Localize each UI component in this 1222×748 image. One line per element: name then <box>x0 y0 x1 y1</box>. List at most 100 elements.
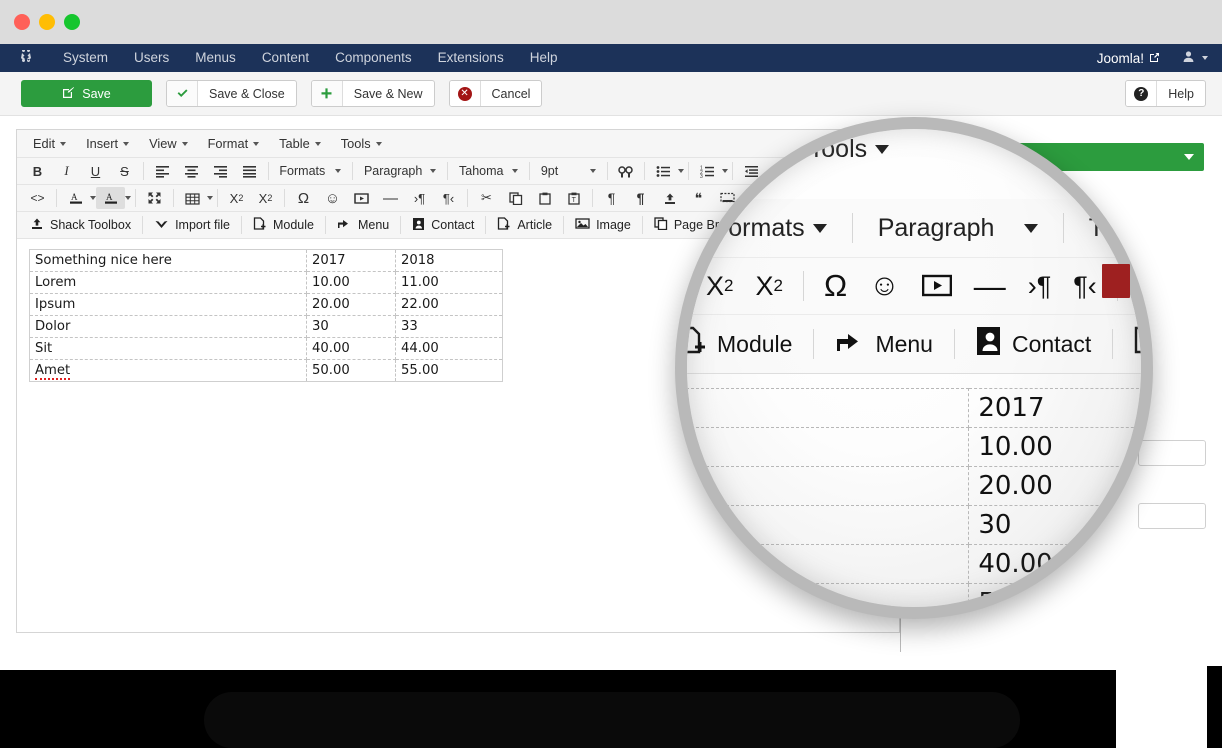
joomla-logo-icon[interactable] <box>18 50 34 66</box>
magnified-plugin-contact[interactable]: Contact <box>964 326 1103 362</box>
table-cell[interactable]: Sit <box>29 337 307 360</box>
table-cell[interactable] <box>687 427 970 467</box>
table-cell[interactable]: 50.00 <box>968 583 1141 607</box>
search-replace-icon[interactable] <box>611 160 640 182</box>
scissors-icon[interactable]: ✂ <box>472 187 501 209</box>
text-color-icon[interactable]: A <box>61 187 90 209</box>
editor-menu-edit[interactable]: Edit <box>23 136 76 151</box>
sidebar-input-3[interactable] <box>1138 503 1206 529</box>
table-cell[interactable]: 2017 <box>968 388 1141 428</box>
align-center-icon[interactable] <box>177 160 206 182</box>
table-row[interactable]: Dolor 30 33 <box>29 315 503 338</box>
editor-menu-tools[interactable]: Tools <box>331 136 392 151</box>
table-cell[interactable]: Dolor <box>29 315 307 338</box>
table-cell[interactable]: 10.00 <box>306 271 396 294</box>
table-cell[interactable]: 30 <box>306 315 396 338</box>
table-row[interactable]: 10.00 11.00 <box>687 427 1141 467</box>
editor-menu-insert[interactable]: Insert <box>76 136 139 151</box>
table-row[interactable]: Amet 50.00 55.00 <box>29 359 503 382</box>
template-upload-icon[interactable] <box>655 187 684 209</box>
magnified-paragraph-dropdown[interactable]: Paragraph <box>862 214 1054 243</box>
magnified-plugin-module[interactable]: Module <box>687 326 804 362</box>
table-row[interactable]: 30 33 <box>687 505 1141 545</box>
formats-dropdown[interactable]: Formats <box>272 160 348 182</box>
align-justify-icon[interactable] <box>235 160 264 182</box>
user-menu[interactable] <box>1182 50 1208 66</box>
plugin-import-file[interactable]: Import file <box>147 217 237 233</box>
content-table[interactable]: Something nice here 2017 2018 Lorem 10.0… <box>29 249 503 382</box>
strikethrough-button[interactable]: S <box>110 160 139 182</box>
underline-button[interactable]: U <box>81 160 110 182</box>
bold-button[interactable]: B <box>23 160 52 182</box>
table-row[interactable]: Sit 40.00 44.00 <box>29 337 503 360</box>
save-close-button[interactable]: Save & Close <box>166 80 297 107</box>
table-icon[interactable] <box>178 187 207 209</box>
editor-menu-format[interactable]: Format <box>198 136 270 151</box>
menu-item-help[interactable]: Help <box>517 44 571 72</box>
table-cell[interactable]: 20.00 <box>306 293 396 316</box>
magnified-menu-table[interactable]: Table <box>687 135 735 164</box>
table-row[interactable]: Lorem 10.00 11.00 <box>29 271 503 294</box>
paste-icon[interactable] <box>530 187 559 209</box>
media-icon[interactable] <box>347 187 376 209</box>
close-button[interactable] <box>14 14 30 30</box>
table-cell[interactable]: 55.00 <box>395 359 503 382</box>
rtl-paragraph-icon[interactable]: ¶‹ <box>434 187 463 209</box>
rtl-paragraph-icon[interactable]: ¶‹ <box>1062 271 1108 302</box>
table-cell[interactable]: Lorem <box>29 271 307 294</box>
source-code-icon[interactable]: <> <box>23 187 52 209</box>
plugin-module[interactable]: Module <box>246 216 321 234</box>
save-new-button[interactable]: Save & New <box>310 80 435 107</box>
table-cell[interactable] <box>687 583 970 607</box>
chevron-down-icon[interactable] <box>207 196 213 200</box>
pilcrow-bold-icon[interactable]: ¶ <box>626 187 655 209</box>
table-cell[interactable]: 2017 <box>306 249 396 272</box>
help-button[interactable]: ? Help <box>1125 80 1206 107</box>
table-cell[interactable]: 10.00 <box>968 427 1141 467</box>
pilcrow-icon[interactable]: ¶ <box>597 187 626 209</box>
menu-item-system[interactable]: System <box>50 44 121 72</box>
table-cell[interactable]: 2018 <box>395 249 503 272</box>
table-cell[interactable]: 44.00 <box>395 337 503 360</box>
table-row[interactable]: Ipsum 20.00 22.00 <box>29 293 503 316</box>
align-left-icon[interactable] <box>148 160 177 182</box>
smiley-icon[interactable]: ☺ <box>318 187 347 209</box>
superscript-icon[interactable]: X2 <box>744 271 793 302</box>
table-cell[interactable]: Something nice here <box>29 249 307 272</box>
table-cell[interactable] <box>687 466 970 506</box>
table-cell[interactable]: 50.00 <box>306 359 396 382</box>
table-cell[interactable]: 33 <box>395 315 503 338</box>
table-cell[interactable]: 20.00 <box>968 466 1141 506</box>
chevron-down-icon[interactable] <box>125 196 131 200</box>
plugin-menu[interactable]: Menu <box>330 217 396 233</box>
table-cell[interactable] <box>687 388 970 428</box>
font-size-dropdown[interactable]: 9pt <box>534 160 603 182</box>
table-cell[interactable]: 11.00 <box>395 271 503 294</box>
table-row[interactable]: 50.00 55.00 <box>687 583 1141 607</box>
magnified-menu-tools[interactable]: Tools <box>793 135 905 164</box>
table-cell[interactable]: 40.00 <box>306 337 396 360</box>
table-cell[interactable]: 22.00 <box>395 293 503 316</box>
table-cell[interactable]: 40.00 <box>968 544 1141 584</box>
minimize-button[interactable] <box>39 14 55 30</box>
ltr-paragraph-icon[interactable]: ›¶ <box>405 187 434 209</box>
paragraph-dropdown[interactable]: Paragraph <box>357 160 443 182</box>
fullscreen-icon[interactable] <box>140 187 169 209</box>
omega-icon[interactable]: Ω <box>289 187 318 209</box>
superscript-icon[interactable]: X2 <box>251 187 280 209</box>
table-cell[interactable]: Ipsum <box>29 293 307 316</box>
menu-item-extensions[interactable]: Extensions <box>425 44 517 72</box>
magnified-font-dropdown[interactable]: Tahoma <box>1073 214 1141 243</box>
copy-icon[interactable] <box>501 187 530 209</box>
sidebar-input-2[interactable] <box>1138 440 1206 466</box>
cancel-button[interactable]: ✕ Cancel <box>448 80 543 107</box>
zoom-button[interactable] <box>64 14 80 30</box>
subscript-icon[interactable]: X2 <box>222 187 251 209</box>
menu-item-menus[interactable]: Menus <box>182 44 249 72</box>
horizontal-rule-icon[interactable]: — <box>963 268 1017 305</box>
table-row[interactable]: 20.00 22.00 <box>687 466 1141 506</box>
menu-item-components[interactable]: Components <box>322 44 425 72</box>
smiley-icon[interactable]: ☺ <box>858 269 911 303</box>
paste-text-icon[interactable]: T <box>559 187 588 209</box>
media-icon[interactable] <box>911 273 963 299</box>
